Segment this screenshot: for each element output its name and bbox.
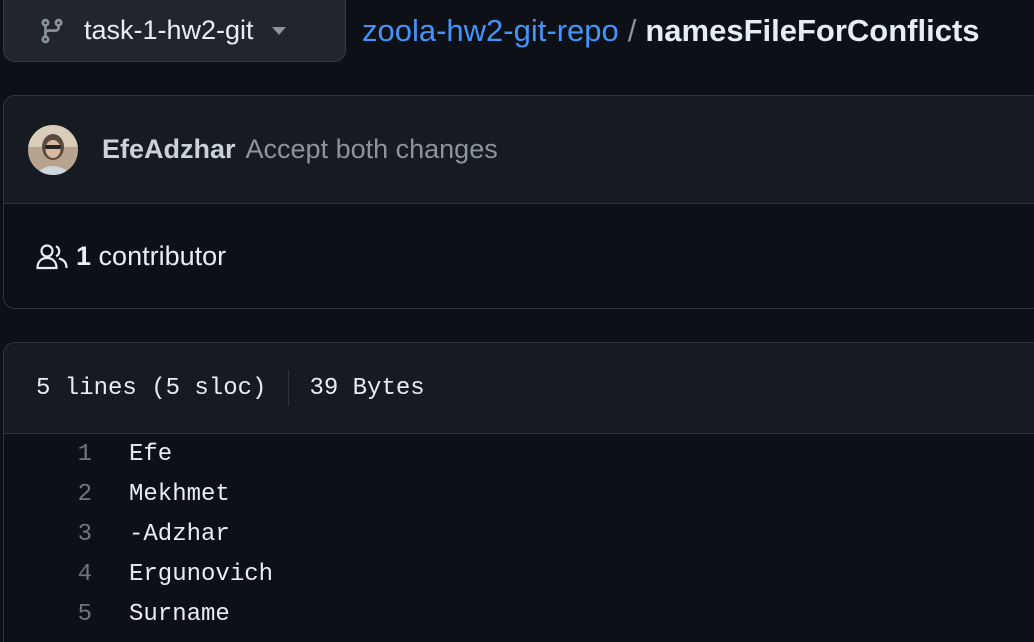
- line-text: Efe: [129, 440, 173, 468]
- file-size: 39 Bytes: [309, 374, 425, 402]
- contributors-row: 1 contributor: [4, 204, 1034, 308]
- breadcrumb-separator: /: [627, 13, 637, 48]
- file-name-title: namesFileForConflicts: [645, 13, 980, 48]
- code-line: 1 Efe: [4, 434, 1034, 474]
- code-line: 4 Ergunovich: [4, 554, 1034, 594]
- line-number[interactable]: 2: [4, 481, 92, 508]
- git-branch-icon: [38, 17, 66, 45]
- code-line: 5 Surname: [4, 594, 1034, 634]
- people-icon: [36, 243, 68, 271]
- file-info-divider: [288, 370, 290, 406]
- commit-author[interactable]: EfeAdzhar: [102, 134, 236, 165]
- line-number[interactable]: 4: [4, 561, 92, 588]
- file-info-header: 5 lines (5 sloc) 39 Bytes: [4, 343, 1034, 434]
- latest-commit-row: EfeAdzhar Accept both changes: [4, 96, 1034, 204]
- avatar[interactable]: [28, 124, 78, 175]
- line-text: Mekhmet: [129, 480, 230, 508]
- line-text: -Adzhar: [129, 520, 230, 548]
- line-text: Surname: [129, 600, 230, 628]
- commit-message-link[interactable]: Accept both changes: [246, 134, 498, 165]
- line-number[interactable]: 5: [4, 601, 92, 628]
- contributor-count: 1: [76, 241, 92, 271]
- code-line: 3 -Adzhar: [4, 514, 1034, 554]
- branch-selector-button[interactable]: task-1-hw2-git: [3, 0, 346, 62]
- repo-link[interactable]: zoola-hw2-git-repo: [362, 13, 619, 49]
- file-line-count: 5 lines (5 sloc): [36, 374, 267, 402]
- contributor-label: contributor: [98, 241, 227, 271]
- line-number[interactable]: 3: [4, 521, 92, 548]
- line-text: Ergunovich: [129, 560, 274, 588]
- contributors-link[interactable]: 1 contributor: [76, 241, 226, 272]
- code-line: 2 Mekhmet: [4, 474, 1034, 514]
- branch-name: task-1-hw2-git: [84, 15, 254, 45]
- line-number[interactable]: 1: [4, 441, 92, 468]
- latest-commit-box: EfeAdzhar Accept both changes 1 contribu…: [3, 95, 1034, 309]
- chevron-down-icon: [271, 26, 286, 35]
- code-body: 1 Efe 2 Mekhmet 3 -Adzhar 4 Ergunovich 5…: [4, 434, 1034, 634]
- file-viewer: 5 lines (5 sloc) 39 Bytes 1 Efe 2 Mekhme…: [3, 342, 1034, 642]
- breadcrumb: zoola-hw2-git-repo / namesFileForConflic…: [362, 0, 980, 62]
